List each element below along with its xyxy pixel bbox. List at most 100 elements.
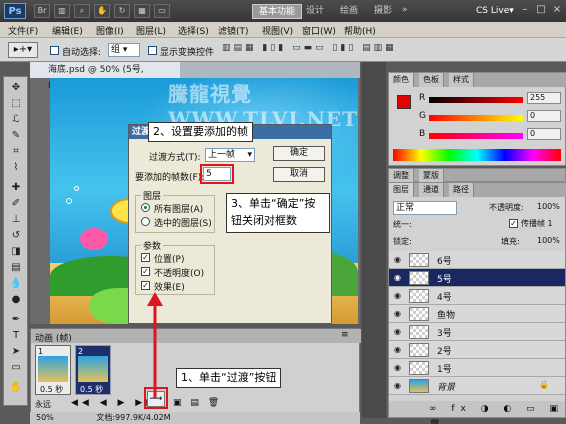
tab-swatches[interactable]: 色板: [419, 73, 444, 87]
animation-tab[interactable]: 动画 (帧): [35, 331, 72, 344]
tab-masks[interactable]: 蒙版: [419, 169, 444, 183]
r-value[interactable]: 255: [527, 92, 561, 104]
frame-thumbnail[interactable]: 2 0.5 秒: [75, 345, 111, 395]
loop-select[interactable]: 永远: [35, 399, 51, 410]
move-tool-icon[interactable]: ✥: [7, 81, 25, 95]
dodge-tool-icon[interactable]: ●: [7, 293, 25, 307]
all-layers-radio[interactable]: [141, 203, 150, 212]
shape-tool-icon[interactable]: ▭: [7, 361, 25, 375]
clone-stamp-tool-icon[interactable]: ⊥: [7, 213, 25, 227]
move-tool-preset-icon[interactable]: ▸+▾: [8, 42, 38, 58]
arrange-icon[interactable]: ▦: [134, 4, 150, 18]
minibridge-icon[interactable]: ▥: [54, 4, 70, 18]
frame-delay[interactable]: 0.5 秒: [80, 384, 103, 395]
opacity-checkbox[interactable]: ✓: [141, 267, 150, 276]
eraser-tool-icon[interactable]: ◨: [7, 245, 25, 259]
panel-menu-icon[interactable]: ≡: [341, 330, 349, 340]
eye-icon[interactable]: ◉: [392, 254, 403, 265]
align-distribute-icons[interactable]: ▥▤▦ ▮▯▮ ▭▬▭ ▯▮▯ ▤▥▦: [222, 43, 552, 57]
b-slider[interactable]: [429, 133, 523, 139]
color-spectrum-bar[interactable]: [393, 149, 561, 161]
status-zoom[interactable]: 50%: [30, 413, 54, 422]
layer-row[interactable]: ◉ 6号: [389, 251, 565, 269]
workspace-painting[interactable]: 绘画: [334, 4, 364, 19]
pen-tool-icon[interactable]: ✒: [7, 313, 25, 327]
type-tool-icon[interactable]: T: [7, 329, 25, 343]
eye-icon[interactable]: ◉: [392, 362, 403, 373]
rotate-view-icon[interactable]: ↻: [114, 4, 130, 18]
layer-row[interactable]: ◉ 鱼物: [389, 305, 565, 323]
document-tab[interactable]: 海底.psd @ 50% (5号, RGB/8#) * ×: [30, 62, 180, 91]
eye-icon[interactable]: ◉: [392, 344, 403, 355]
lasso-tool-icon[interactable]: ℒ: [7, 113, 25, 127]
tab-layers[interactable]: 图层: [389, 183, 414, 197]
bridge-icon[interactable]: Br: [34, 4, 50, 18]
frame-actions-icons[interactable]: ▣ ▤ 🗑: [173, 398, 222, 408]
fill-value[interactable]: 100%: [537, 236, 560, 245]
close-button[interactable]: ×: [550, 3, 564, 17]
tab-color[interactable]: 颜色: [389, 73, 414, 87]
workspace-design[interactable]: 设计: [300, 4, 330, 19]
eyedropper-tool-icon[interactable]: ⌇: [7, 161, 25, 175]
tab-styles[interactable]: 样式: [449, 73, 474, 87]
layer-row[interactable]: ◉ 3号: [389, 323, 565, 341]
propagate-checkbox[interactable]: ✓: [509, 219, 518, 228]
screen-mode-icon[interactable]: ▭: [154, 4, 170, 18]
more-workspaces-icon[interactable]: »: [402, 5, 408, 15]
g-slider[interactable]: [429, 115, 523, 121]
tab-channels[interactable]: 通道: [419, 183, 444, 197]
menu-filter[interactable]: 滤镜(T): [218, 24, 249, 37]
menu-help[interactable]: 帮助(H): [344, 24, 376, 37]
crop-tool-icon[interactable]: ⌗: [7, 145, 25, 159]
effects-checkbox[interactable]: ✓: [141, 281, 150, 290]
layer-row[interactable]: ◉ 背景 🔒: [389, 377, 565, 395]
healing-tool-icon[interactable]: ✚: [7, 181, 25, 195]
gradient-tool-icon[interactable]: ▤: [7, 261, 25, 275]
hand-tool-icon[interactable]: ✋: [7, 381, 25, 395]
foreground-color-swatch[interactable]: [397, 95, 411, 109]
menu-view[interactable]: 视图(V): [262, 24, 293, 37]
brush-tool-icon[interactable]: ✐: [7, 197, 25, 211]
workspace-essentials[interactable]: 基本功能: [252, 4, 303, 19]
layer-row[interactable]: ◉ 2号: [389, 341, 565, 359]
layers-footer-icons[interactable]: ∞ fx ◑ ◐ ▭ ▣ 🗑: [389, 401, 565, 424]
cs-live-button[interactable]: CS Live▾: [476, 4, 514, 19]
hand-icon[interactable]: ✋: [94, 4, 110, 18]
menu-edit[interactable]: 编辑(E): [52, 24, 83, 37]
layer-row[interactable]: ◉ 5号: [389, 269, 565, 287]
zoom-icon[interactable]: ⌕: [74, 4, 90, 18]
eye-icon[interactable]: ◉: [392, 272, 403, 283]
blur-tool-icon[interactable]: 💧: [7, 277, 25, 291]
layer-row[interactable]: ◉ 1号: [389, 359, 565, 377]
eye-icon[interactable]: ◉: [392, 290, 403, 301]
auto-select-target-select[interactable]: 组 ▾: [108, 43, 140, 57]
opacity-value[interactable]: 100%: [537, 202, 560, 211]
ok-button[interactable]: 确定: [273, 146, 325, 161]
auto-select-checkbox[interactable]: [50, 46, 59, 55]
marquee-tool-icon[interactable]: ⬚: [7, 97, 25, 111]
quick-select-tool-icon[interactable]: ✎: [7, 129, 25, 143]
tab-paths[interactable]: 路径: [449, 183, 474, 197]
r-slider[interactable]: [429, 97, 523, 103]
eye-icon[interactable]: ◉: [392, 326, 403, 337]
eye-icon[interactable]: ◉: [392, 308, 403, 319]
cancel-button[interactable]: 取消: [273, 167, 325, 182]
eye-icon[interactable]: ◉: [392, 380, 403, 391]
menu-image[interactable]: 图像(I): [96, 24, 124, 37]
maximize-button[interactable]: □: [534, 3, 548, 17]
show-transform-checkbox[interactable]: [148, 46, 157, 55]
b-value[interactable]: 0: [527, 128, 561, 140]
menu-window[interactable]: 窗口(W): [302, 24, 336, 37]
position-checkbox[interactable]: ✓: [141, 253, 150, 262]
frame-thumbnail[interactable]: 1 0.5 秒: [35, 345, 71, 395]
tab-adjustments[interactable]: 调整: [389, 169, 414, 183]
path-select-tool-icon[interactable]: ➤: [7, 345, 25, 359]
workspace-photography[interactable]: 摄影: [368, 4, 398, 19]
blend-mode-select[interactable]: 正常: [393, 201, 457, 215]
frame-delay[interactable]: 0.5 秒: [40, 384, 63, 395]
layer-row[interactable]: ◉ 4号: [389, 287, 565, 305]
tween-with-select[interactable]: 上一帧 ▾: [205, 148, 255, 162]
minimize-button[interactable]: –: [518, 3, 532, 17]
menu-select[interactable]: 选择(S): [178, 24, 209, 37]
history-brush-tool-icon[interactable]: ↺: [7, 229, 25, 243]
